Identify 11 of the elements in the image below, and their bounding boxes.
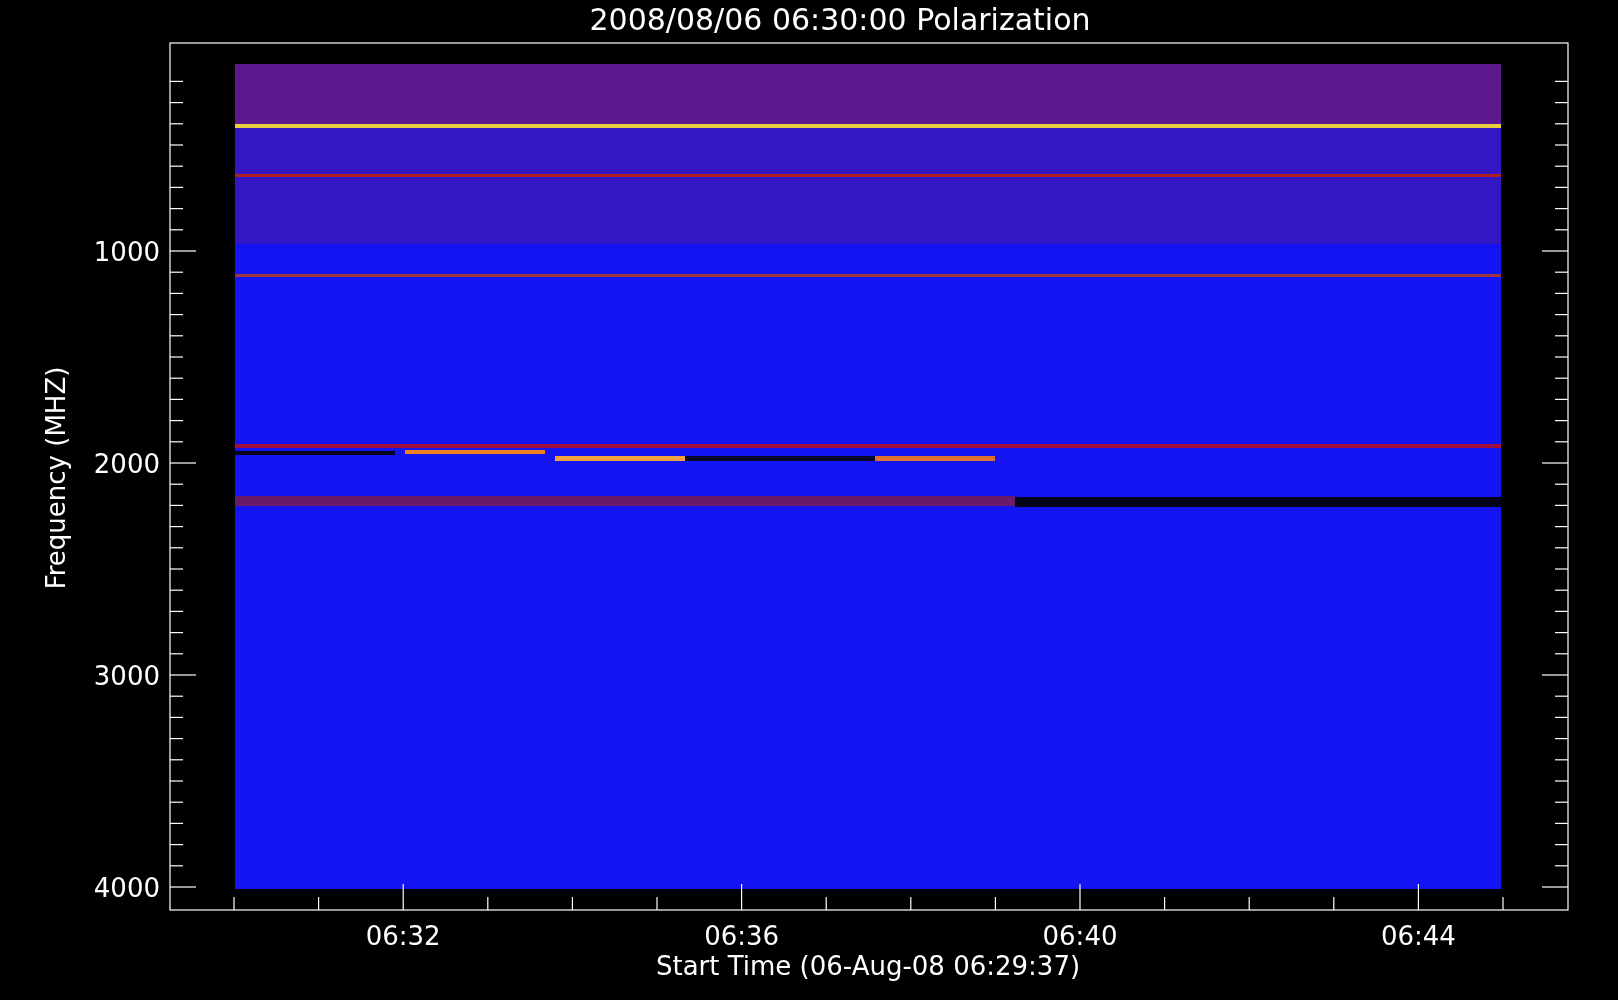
y-tick-label: 3000 xyxy=(93,661,160,691)
y-axis-label: Frequency (MHZ) xyxy=(41,366,71,590)
y-tick-label: 1000 xyxy=(93,237,160,267)
x-tick-label: 06:44 xyxy=(1380,921,1456,951)
y-tick-label: 4000 xyxy=(93,873,160,903)
x-tick-label: 06:40 xyxy=(1042,921,1118,951)
y-tick-label: 2000 xyxy=(93,449,160,479)
chart-title: 2008/08/06 06:30:00 Polarization xyxy=(589,2,1091,37)
x-tick-label: 06:36 xyxy=(704,921,780,951)
x-axis-label: Start Time (06-Aug-08 06:29:37) xyxy=(655,951,1081,981)
x-tick-label: 06:32 xyxy=(365,921,441,951)
